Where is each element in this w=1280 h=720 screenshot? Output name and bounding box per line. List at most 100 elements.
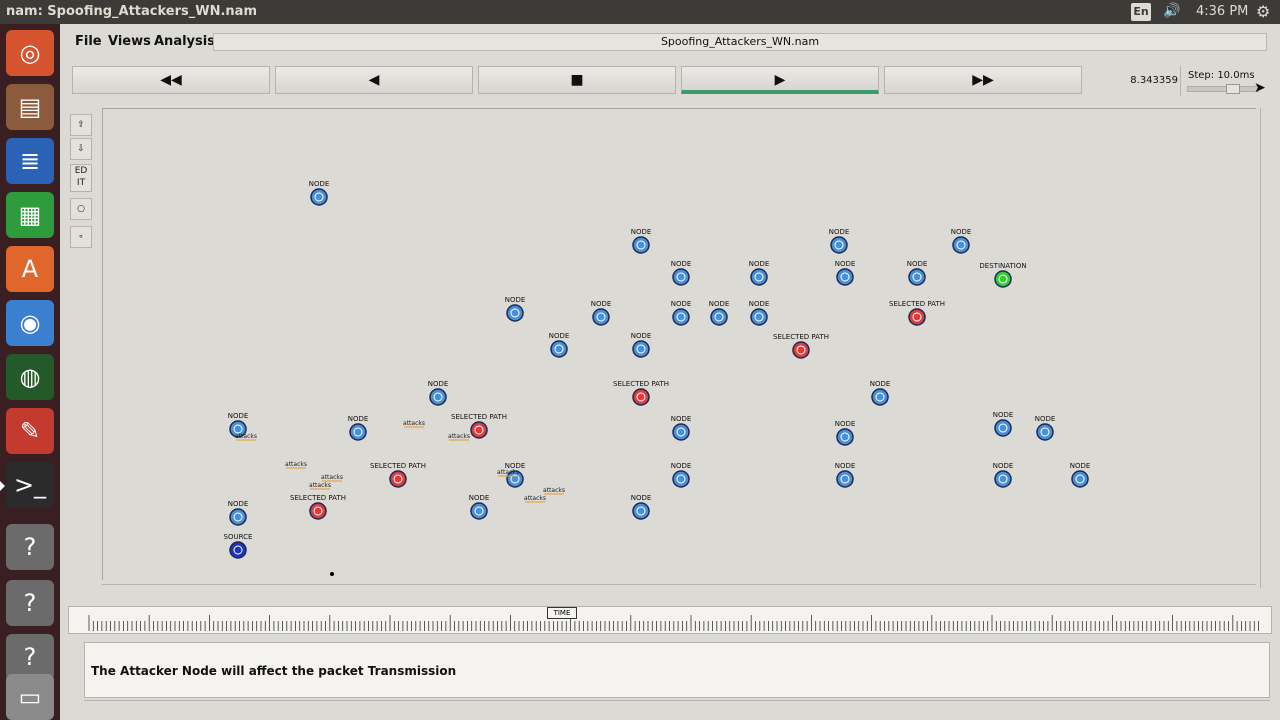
node-circle (470, 421, 488, 439)
node-label: NODE (631, 332, 652, 340)
chromium-icon[interactable]: ◉ (6, 300, 54, 346)
network-node-node[interactable]: NODE (993, 411, 1014, 437)
network-node-node[interactable]: NODE (835, 462, 856, 488)
node-circle (792, 341, 810, 359)
step-slider-thumb[interactable] (1226, 84, 1240, 94)
stop-button[interactable]: ■ (478, 66, 676, 94)
node-circle (632, 502, 650, 520)
node-circle (1071, 470, 1089, 488)
timeline[interactable]: TIME (68, 606, 1272, 634)
network-node-node[interactable]: NODE (671, 300, 692, 326)
window-title: nam: Spoofing_Attackers_WN.nam (6, 4, 257, 19)
mouse-cursor-icon: ➤ (1254, 80, 1266, 96)
node-circle (672, 423, 690, 441)
menu-views[interactable]: Views (108, 34, 151, 49)
annotation-horizontal-scrollbar[interactable] (84, 700, 1270, 710)
network-node-node[interactable]: NODE (505, 296, 526, 322)
node-label: NODE (835, 462, 856, 470)
network-node-node[interactable]: NODE (671, 260, 692, 286)
attack-label: attacks (543, 487, 565, 494)
rewind-button[interactable]: ◀◀ (72, 66, 270, 94)
terminal-icon[interactable]: >_ (0, 462, 54, 508)
small-circle-tool-icon[interactable]: ∘ (70, 226, 92, 248)
network-node-selected[interactable]: SELECTED PATH (370, 462, 426, 488)
files-icon[interactable]: ▤ (6, 84, 54, 130)
node-circle (470, 502, 488, 520)
ubuntu-dash-icon[interactable]: ◎ (6, 30, 54, 76)
annotation-scrollbar[interactable] (68, 642, 82, 702)
edit-tool[interactable]: ED IT (70, 164, 92, 192)
node-label: SELECTED PATH (290, 494, 346, 502)
step-slider[interactable] (1187, 84, 1259, 94)
network-node-node[interactable]: NODE (829, 228, 850, 254)
play-button[interactable]: ▶ (681, 66, 879, 94)
network-node-node[interactable]: NODE (591, 300, 612, 326)
node-circle (229, 541, 247, 559)
network-node-selected[interactable]: SELECTED PATH (773, 333, 829, 359)
network-node-node[interactable]: NODE (1035, 415, 1056, 441)
network-node-selected[interactable]: SELECTED PATH (889, 300, 945, 326)
network-node-source[interactable]: SOURCE (224, 533, 253, 559)
network-node-node[interactable]: NODE (870, 380, 891, 406)
network-node-node[interactable]: NODE (309, 180, 330, 206)
zoom-in-icon[interactable]: ⇧ (70, 114, 92, 136)
network-node-node[interactable]: NODE (749, 300, 770, 326)
horizontal-scrollbar[interactable] (102, 584, 1256, 596)
network-node-destination[interactable]: DESTINATION (979, 262, 1027, 288)
node-label: NODE (309, 180, 330, 188)
keyboard-indicator[interactable]: En (1131, 3, 1151, 21)
network-node-node[interactable]: NODE (469, 494, 490, 520)
vertical-scrollbar[interactable] (1260, 108, 1274, 588)
globe-icon[interactable]: ◍ (6, 354, 54, 400)
network-node-node[interactable]: NODE (749, 260, 770, 286)
network-node-node[interactable]: NODE (549, 332, 570, 358)
network-node-node[interactable]: NODE (1070, 462, 1091, 488)
volume-icon[interactable]: 🔊 (1163, 3, 1180, 19)
attack-label: attacks (497, 469, 519, 476)
unknown-app-icon[interactable]: ? (6, 580, 54, 626)
network-node-selected[interactable]: SELECTED PATH (613, 380, 669, 406)
node-label: NODE (709, 300, 730, 308)
circle-tool-icon[interactable]: ○ (70, 198, 92, 220)
attack-label: attacks (448, 433, 470, 440)
clock[interactable]: 4:36 PM (1196, 4, 1248, 19)
calc-icon[interactable]: ▦ (6, 192, 54, 238)
node-circle (592, 308, 610, 326)
fast-forward-button[interactable]: ▶▶ (884, 66, 1082, 94)
network-node-node[interactable]: NODE (907, 260, 928, 286)
step-back-button[interactable]: ◀ (275, 66, 473, 94)
network-node-node[interactable]: NODE (671, 415, 692, 441)
node-circle (952, 236, 970, 254)
menu-file[interactable]: File (75, 34, 102, 49)
trash-icon[interactable]: ▭ (6, 674, 54, 720)
network-node-node[interactable]: NODE (228, 500, 249, 526)
writer-icon[interactable]: ≣ (6, 138, 54, 184)
node-label: NODE (671, 415, 692, 423)
network-node-node[interactable]: NODE (835, 260, 856, 286)
software-center-icon[interactable]: A (6, 246, 54, 292)
network-node-node[interactable]: NODE (835, 420, 856, 446)
menu-analysis[interactable]: Analysis (154, 34, 215, 49)
network-node-node[interactable]: NODE (428, 380, 449, 406)
unknown-app-icon[interactable]: ? (6, 524, 54, 570)
settings-icon[interactable]: ✎ (6, 408, 54, 454)
network-node-node[interactable]: NODE (951, 228, 972, 254)
network-node-node[interactable]: NODE (709, 300, 730, 326)
time-readout: 8.343359 (1130, 75, 1178, 86)
file-title: Spoofing_Attackers_WN.nam (213, 33, 1267, 51)
network-node-selected[interactable]: SELECTED PATH (290, 494, 346, 520)
attack-label: attacks (285, 461, 307, 468)
network-node-node[interactable]: NODE (993, 462, 1014, 488)
network-node-node[interactable]: NODE (631, 494, 652, 520)
node-label: NODE (749, 260, 770, 268)
network-node-node[interactable]: NODE (348, 415, 369, 441)
playback-controls: ◀◀ ◀ ■ ▶ ▶▶ 8.343359 Step: 10.0ms (68, 62, 1280, 98)
system-gear-icon[interactable]: ⚙ (1256, 2, 1270, 21)
network-node-node[interactable]: NODE (671, 462, 692, 488)
node-circle (836, 470, 854, 488)
timeline-marker[interactable]: TIME (547, 607, 577, 619)
zoom-out-icon[interactable]: ⇩ (70, 138, 92, 160)
network-node-node[interactable]: NODE (631, 228, 652, 254)
network-canvas[interactable]: NODE NODE NODE NODE NODE NODE NODE NODE DESTINAT… (102, 108, 1256, 580)
network-node-node[interactable]: NODE (631, 332, 652, 358)
